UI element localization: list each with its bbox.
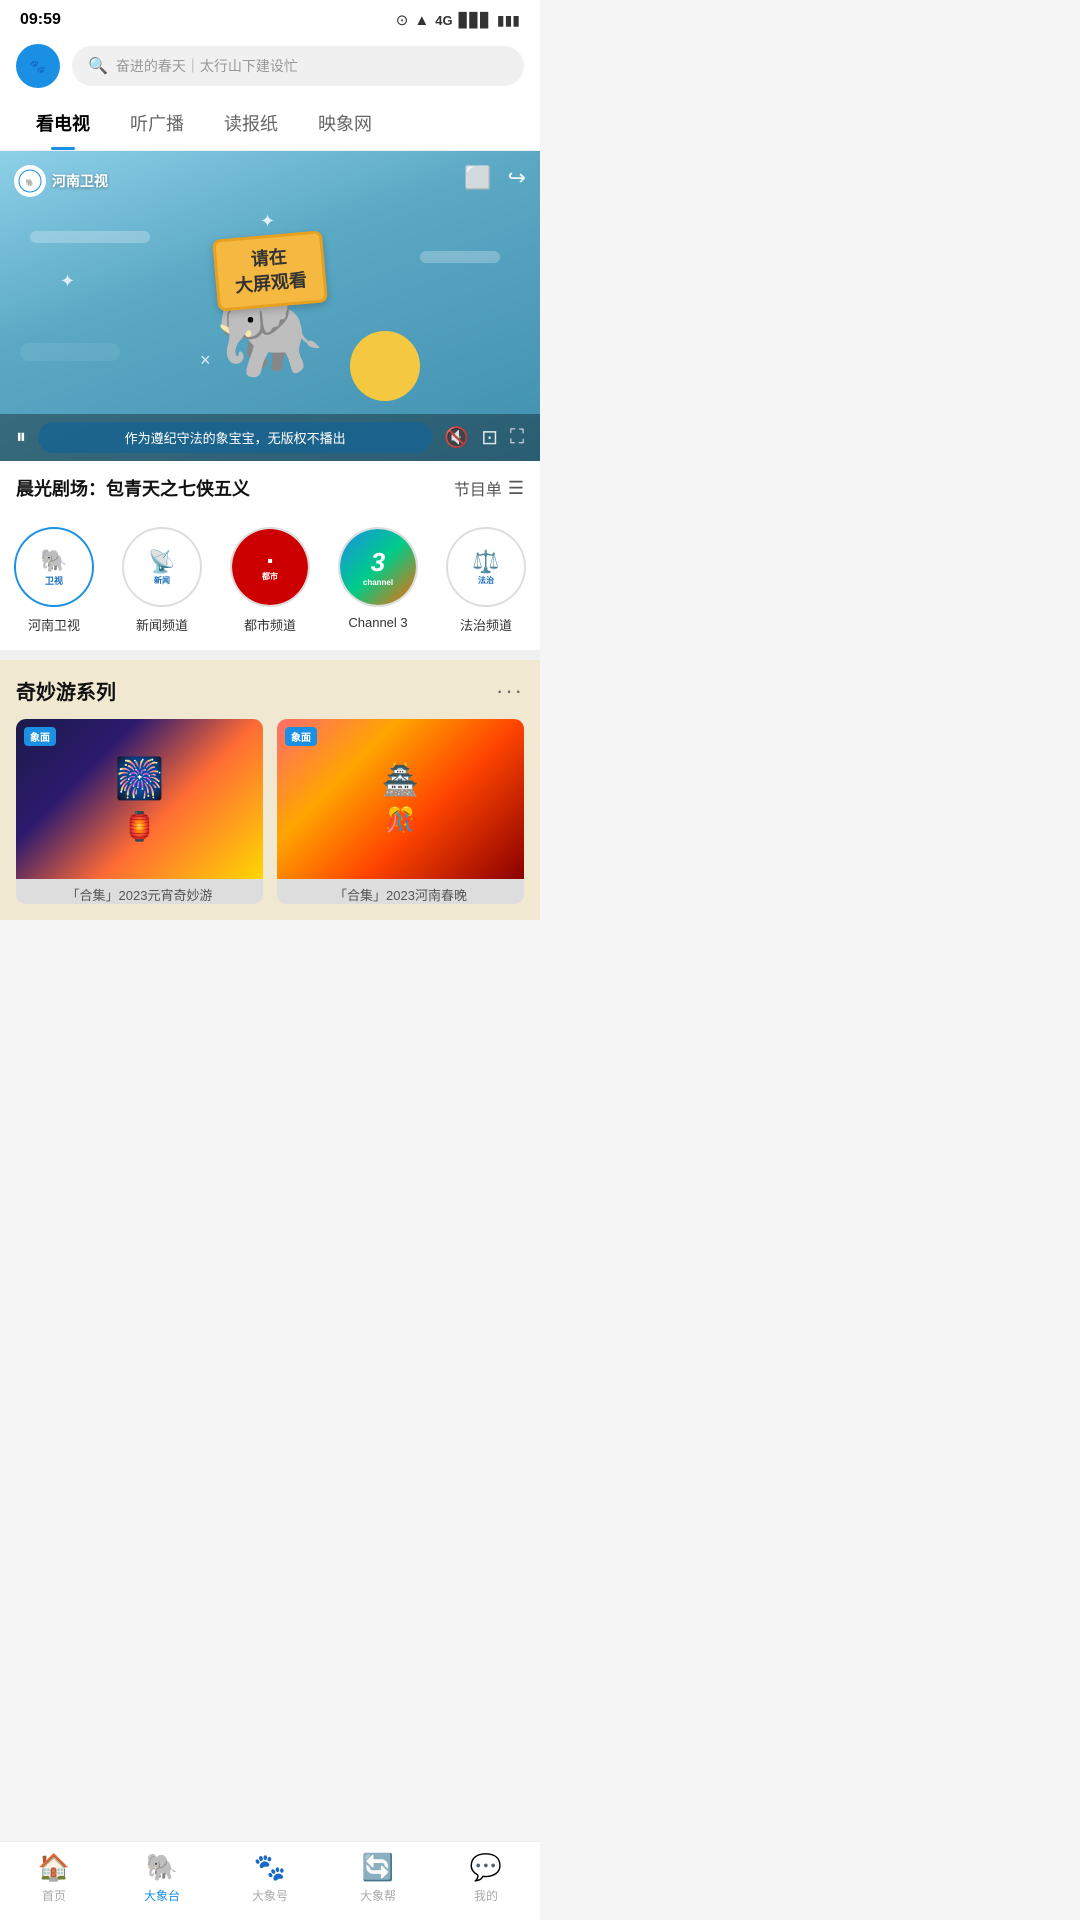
daxianghao-icon: 🐾 [254, 1852, 286, 1883]
series-card-2[interactable]: 象面 🏯 🎊 「合集」2023河南春晚 [277, 719, 524, 904]
tab-tv[interactable]: 看电视 [16, 96, 110, 150]
channel-label-henan: 河南卫视 [28, 615, 80, 634]
channel-circle-henan: 🐘 卫视 [14, 527, 94, 607]
channel-circle-news: 📡 新闻 [122, 527, 202, 607]
nav-label-daxiangtai: 大象台 [144, 1887, 180, 1904]
nav-tabs: 看电视 听广播 读报纸 映象网 [0, 96, 540, 151]
nav-label-daxiangbang: 大象帮 [360, 1887, 396, 1904]
card-badge-2: 象面 [285, 727, 317, 746]
nav-item-daxiangbang[interactable]: 🔄 大象帮 [338, 1852, 418, 1904]
nav-item-home[interactable]: 🏠 首页 [14, 1852, 94, 1904]
daxiangtai-icon: 🐘 [146, 1852, 178, 1883]
home-icon: 🏠 [38, 1852, 70, 1883]
list-icon: ☰ [508, 478, 524, 499]
channel-label-fazhi: 法治频道 [460, 615, 512, 634]
program-list-label: 节目单 [454, 476, 502, 500]
channel-circle-dushi: ▪ 都市 [230, 527, 310, 607]
channel-list: 🐘 卫视 河南卫视 📡 新闻 新闻频道 ▪ 都市 [0, 515, 540, 650]
app-logo-icon: 🐾 [24, 52, 52, 80]
tab-newspaper[interactable]: 读报纸 [204, 96, 298, 150]
series-section: 奇妙游系列 ··· 象面 🎆 🏮 「合集」2023元宵奇妙游 象面 [0, 660, 540, 920]
series-header: 奇妙游系列 ··· [16, 676, 524, 705]
card-image-1: 象面 🎆 🏮 [16, 719, 263, 879]
daxiangbang-icon: 🔄 [362, 1852, 394, 1883]
status-time: 09:59 [20, 11, 61, 29]
tab-yingxiang[interactable]: 映象网 [298, 96, 392, 150]
video-player[interactable]: 🐘 河南卫视 ⬜ ↪ ✦ ✦ × 请在大屏观看 � [0, 151, 540, 461]
search-placeholder-text: 奋进的春天｜太行山下建设忙 [116, 56, 298, 76]
pause-button[interactable]: ⏸ [16, 426, 26, 449]
channel-label-dushi: 都市频道 [244, 615, 296, 634]
channel-item-henan[interactable]: 🐘 卫视 河南卫视 [0, 527, 108, 634]
channel-item-fazhi[interactable]: ⚖️ 法治 法治频道 [432, 527, 540, 634]
battery-icon: ▮▮▮ [497, 12, 520, 29]
channel-label-ch3: Channel 3 [348, 615, 407, 630]
card-image-2: 象面 🏯 🎊 [277, 719, 524, 879]
app-logo[interactable]: 🐾 [16, 44, 60, 88]
channel-item-news[interactable]: 📡 新闻 新闻频道 [108, 527, 216, 634]
main-content: 🐘 河南卫视 ⬜ ↪ ✦ ✦ × 请在大屏观看 � [0, 151, 540, 1000]
nav-label-mine: 我的 [474, 1887, 498, 1904]
search-icon: 🔍 [88, 56, 108, 76]
fullscreen-button[interactable]: ⛶ [510, 426, 524, 449]
wifi-icon: ▲ [414, 12, 429, 29]
section-divider [0, 650, 540, 660]
channel-item-dushi[interactable]: ▪ 都市 都市频道 [216, 527, 324, 634]
card-subtitle-1: 「合集」2023元宵奇妙游 [16, 879, 263, 904]
series-more-button[interactable]: ··· [496, 678, 524, 704]
channel-circle-ch3: 3 channel [338, 527, 418, 607]
nav-item-mine[interactable]: 💬 我的 [446, 1852, 526, 1904]
tab-radio[interactable]: 听广播 [110, 96, 204, 150]
nav-label-home: 首页 [42, 1887, 66, 1904]
nav-label-daxianghao: 大象号 [252, 1887, 288, 1904]
card-subtitle-2: 「合集」2023河南春晚 [277, 879, 524, 904]
player-controls: ⏸ 作为遵纪守法的象宝宝，无版权不播出 🔇 ⊡ ⛶ [0, 414, 540, 461]
timer-icon: ⊙ [396, 11, 409, 29]
status-bar: 09:59 ⊙ ▲ 4G ▊▊▊ ▮▮▮ [0, 0, 540, 36]
series-cards: 象面 🎆 🏮 「合集」2023元宵奇妙游 象面 🏯 🎊 [16, 719, 524, 904]
subtitle-text: 作为遵纪守法的象宝宝，无版权不播出 [125, 431, 346, 446]
mute-button[interactable]: 🔇 [444, 425, 469, 450]
series-title: 奇妙游系列 [16, 676, 116, 705]
subtitle-bar: 作为遵纪守法的象宝宝，无版权不播出 [38, 422, 432, 453]
nav-item-daxiangtai[interactable]: 🐘 大象台 [122, 1852, 202, 1904]
card-badge-1: 象面 [24, 727, 56, 746]
mine-icon: 💬 [470, 1852, 502, 1883]
signal-icon: 4G [435, 13, 452, 28]
search-bar[interactable]: 🔍 奋进的春天｜太行山下建设忙 [72, 46, 524, 86]
header: 🐾 🔍 奋进的春天｜太行山下建设忙 [0, 36, 540, 96]
channel-item-ch3[interactable]: 3 channel Channel 3 [324, 527, 432, 634]
sign-text: 请在大屏观看 [212, 230, 328, 312]
program-title: 晨光剧场：包青天之七侠五义 [16, 475, 250, 501]
svg-text:🐾: 🐾 [30, 59, 46, 74]
pip-button[interactable]: ⊡ [481, 425, 498, 450]
signal-bars: ▊▊▊ [459, 12, 491, 29]
series-card-1[interactable]: 象面 🎆 🏮 「合集」2023元宵奇妙游 [16, 719, 263, 904]
status-icons: ⊙ ▲ 4G ▊▊▊ ▮▮▮ [396, 11, 520, 29]
program-info: 晨光剧场：包青天之七侠五义 节目单 ☰ [0, 461, 540, 515]
bottom-navigation: 🏠 首页 🐘 大象台 🐾 大象号 🔄 大象帮 💬 我的 [0, 1841, 540, 1920]
channel-label-news: 新闻频道 [136, 615, 188, 634]
nav-item-daxianghao[interactable]: 🐾 大象号 [230, 1852, 310, 1904]
channel-circle-fazhi: ⚖️ 法治 [446, 527, 526, 607]
program-list-button[interactable]: 节目单 ☰ [454, 476, 524, 500]
